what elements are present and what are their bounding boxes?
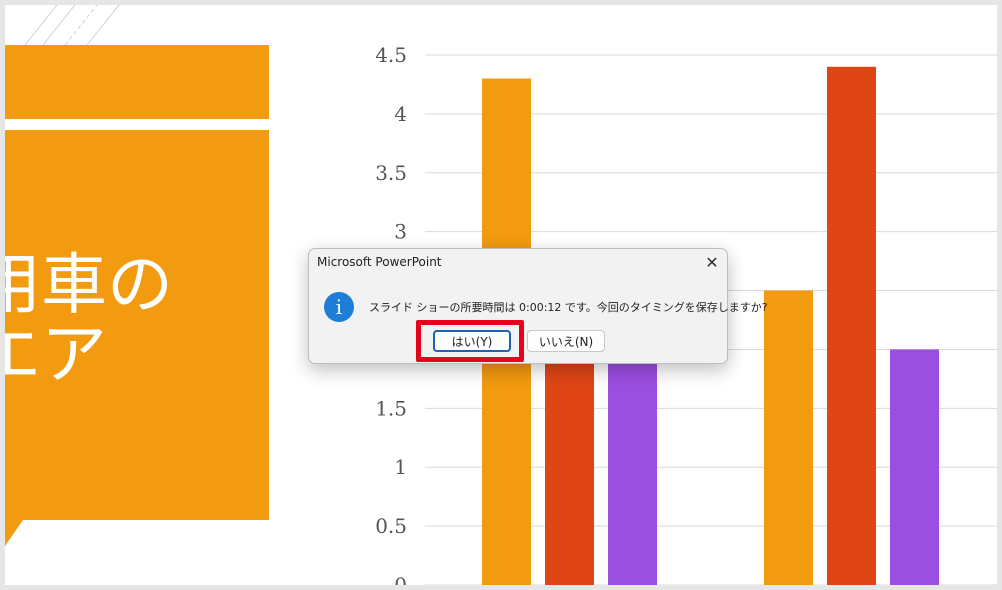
y-tick-label: 1.5 <box>375 396 407 420</box>
bar-series-3-cat-1 <box>608 349 657 585</box>
info-icon: i <box>324 292 354 322</box>
close-icon[interactable]: ✕ <box>701 251 723 273</box>
dialog-title: Microsoft PowerPoint <box>317 255 442 269</box>
y-tick-label: 0.5 <box>375 514 407 538</box>
y-tick-label: 0 <box>394 573 407 585</box>
y-tick-label: 4 <box>394 102 407 126</box>
no-button[interactable]: いいえ(N) <box>527 330 605 352</box>
bar-series-2-cat-1 <box>545 349 594 585</box>
dialog-message: スライド ショーの所要時間は 0:00:12 です。今回のタイミングを保存します… <box>369 301 768 314</box>
highlight-box <box>416 320 524 362</box>
bar-series-2-cat-2 <box>827 66 876 585</box>
y-tick-label: 1 <box>394 455 407 479</box>
bar-series-3-cat-2 <box>890 349 939 585</box>
bar-series-1-cat-2 <box>764 290 813 585</box>
y-tick-label: 3 <box>394 220 407 244</box>
y-tick-label: 4.5 <box>375 43 407 67</box>
y-tick-label: 3.5 <box>375 161 407 185</box>
